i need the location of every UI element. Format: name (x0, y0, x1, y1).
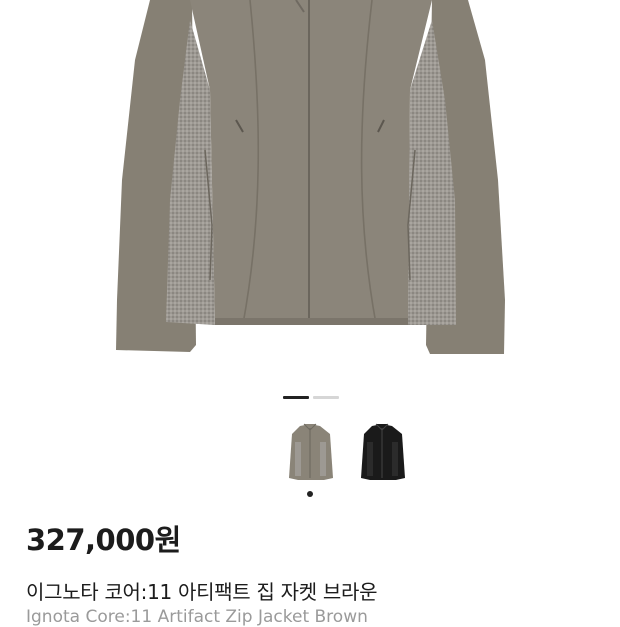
jacket-gray-icon (289, 423, 333, 480)
image-pager (0, 396, 620, 399)
thumbnail-gray-jacket[interactable] (286, 420, 336, 486)
jacket-gray-photo (116, 0, 505, 354)
pager-active-indicator[interactable] (283, 396, 309, 399)
pager-inactive-indicator[interactable] (313, 396, 339, 399)
product-name-english: Ignota Core:11 Artifact Zip Jacket Brown (26, 607, 368, 627)
product-main-image[interactable] (0, 0, 620, 385)
product-name-korean: 이그노타 코어:11 아티팩트 집 자켓 브라운 (26, 580, 378, 604)
jacket-black-icon (361, 423, 405, 480)
product-price: 327,000원 (26, 523, 181, 557)
thumbnail-black-jacket[interactable] (358, 420, 408, 486)
selected-thumbnail-indicator (307, 491, 313, 497)
thumbnail-strip (0, 420, 620, 500)
